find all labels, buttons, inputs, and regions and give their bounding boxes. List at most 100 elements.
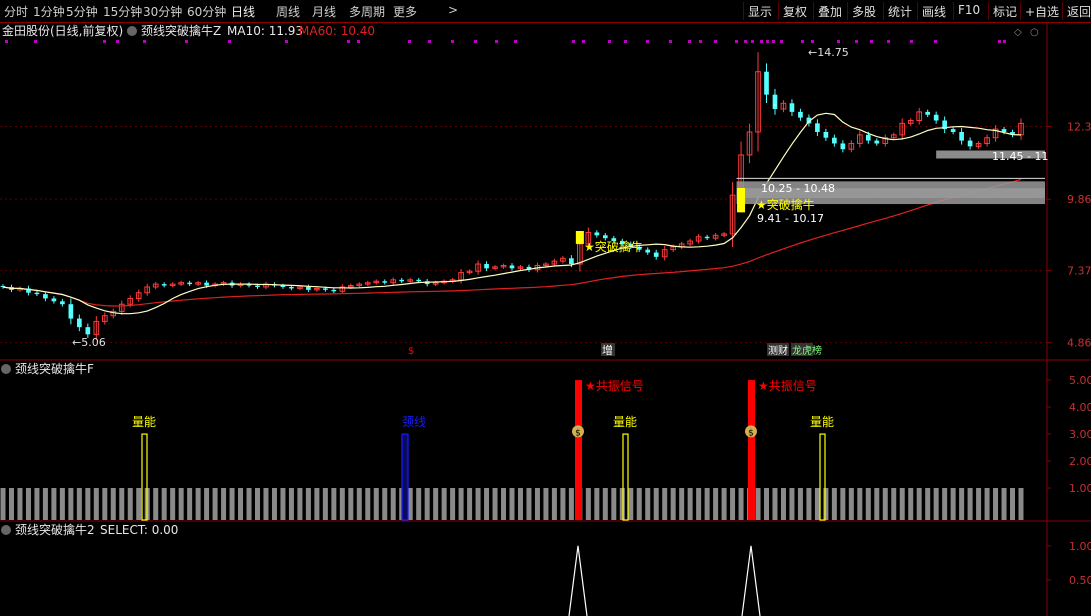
event-mark-lhb: 龙虎榜	[792, 344, 822, 357]
signal-dot	[357, 40, 360, 43]
baseline-bar	[271, 488, 277, 520]
signal-dot	[646, 40, 649, 43]
toolbar-button-2[interactable]: 叠加	[818, 3, 842, 20]
candle-down	[382, 281, 388, 283]
candle-down	[509, 265, 515, 269]
toolbar-button-7[interactable]: 标记	[993, 3, 1017, 20]
candle-down	[85, 327, 91, 335]
baseline-bar	[51, 488, 57, 520]
signal-dot	[103, 40, 106, 43]
baseline-bar	[908, 488, 914, 520]
candle-down	[840, 143, 846, 150]
period-toolbar: 分时 1分钟 5分钟 15分钟 30分钟 60分钟 日线 周线 月线 多周期 更多 > 显示 复权 叠加 多股…	[0, 0, 1091, 23]
candle-down	[832, 137, 837, 144]
select-label: SELECT: 0.00	[100, 523, 178, 537]
panel2-tick-label: 2.00	[1069, 455, 1091, 468]
period-tab-6[interactable]: 日线	[231, 3, 255, 20]
baseline-bar	[950, 488, 956, 520]
period-tab-7[interactable]: 周线	[276, 3, 300, 20]
signal-dot	[185, 40, 188, 43]
toolbar-button-3[interactable]: 多股	[852, 3, 876, 20]
baseline-bar	[246, 488, 252, 520]
baseline-bar	[517, 488, 523, 520]
baseline-bar	[127, 488, 133, 520]
period-tab-8[interactable]: 月线	[312, 3, 336, 20]
baseline-bar	[916, 488, 922, 520]
event-mark-finance: 测财	[768, 344, 788, 357]
candle-down	[569, 258, 574, 265]
ma60-label: MA60: 10.40	[299, 24, 375, 38]
toolbar-separator	[883, 2, 884, 20]
baseline-bar	[85, 488, 91, 520]
signal-candle	[737, 187, 746, 213]
more-arrow-icon[interactable]: >	[448, 3, 458, 17]
signal-dot	[744, 40, 747, 43]
candle-down	[204, 282, 209, 286]
price-tick-label: 4.86	[1067, 337, 1091, 350]
toolbar-button-6[interactable]: F10	[958, 3, 980, 17]
toolbar-button-9[interactable]: 返回	[1067, 3, 1091, 20]
baseline-bar	[382, 488, 388, 520]
baseline-bar	[543, 488, 549, 520]
toolbar-separator	[847, 2, 848, 20]
candle-down	[933, 114, 939, 121]
price-tick-label: 12.39	[1067, 121, 1091, 134]
signal-dot	[910, 40, 913, 43]
panel2-tick-label: 1.00	[1069, 482, 1091, 495]
period-tab-10[interactable]: 更多	[393, 3, 417, 20]
panel3-tick-label: 1.00	[1069, 540, 1091, 553]
baseline-bar	[424, 488, 430, 520]
baseline-bar	[484, 488, 490, 520]
baseline-bar	[59, 488, 65, 520]
breakout-signal-label: ★突破擒牛	[584, 239, 643, 254]
toolbar-button-1[interactable]: 复权	[783, 3, 807, 20]
period-tab-1[interactable]: 1分钟	[33, 3, 65, 20]
baseline-bar	[136, 488, 142, 520]
candle-down	[594, 232, 600, 236]
baseline-bar	[848, 488, 854, 520]
period-tab-2[interactable]: 5分钟	[66, 3, 98, 20]
baseline-bar	[619, 488, 625, 520]
volume-energy-label: 量能	[810, 415, 834, 429]
baseline-bar	[161, 488, 167, 520]
toolbar-button-4[interactable]: 统计	[888, 3, 912, 20]
resonance-bar	[748, 380, 755, 520]
candle-down	[704, 236, 710, 239]
price-tick-label: 9.86	[1067, 193, 1091, 206]
baseline-bar	[212, 488, 218, 520]
toolbar-button-8[interactable]: +自选	[1025, 3, 1059, 20]
diamond-icon: ◇	[1014, 27, 1022, 38]
baseline-bar	[34, 488, 40, 520]
baseline-bar	[305, 488, 311, 520]
period-tab-5[interactable]: 60分钟	[187, 3, 226, 20]
baseline-bar	[119, 488, 125, 520]
signal-dot	[760, 40, 763, 43]
signal-dot	[495, 40, 498, 43]
signal-dot	[714, 40, 717, 43]
candle-down	[874, 140, 880, 144]
toolbar-separator	[1020, 2, 1021, 20]
signal-dot	[116, 40, 119, 43]
signal-dot	[688, 40, 691, 43]
toolbar-button-5[interactable]: 画线	[922, 3, 946, 20]
baseline-bar	[331, 488, 337, 520]
baseline-bar	[628, 488, 634, 520]
candle-down	[331, 289, 337, 292]
period-tab-3[interactable]: 15分钟	[103, 3, 142, 20]
signal-dot	[228, 40, 231, 43]
candle-down	[416, 279, 422, 282]
select-spike	[741, 545, 761, 616]
baseline-bar	[475, 488, 481, 520]
indicator-toggle-icon	[1, 364, 11, 374]
period-tab-0[interactable]: 分时	[4, 3, 28, 20]
period-tab-9[interactable]: 多周期	[349, 3, 385, 20]
baseline-bar	[645, 488, 651, 520]
baseline-bar	[984, 488, 990, 520]
baseline-bar	[840, 488, 846, 520]
baseline-bar	[551, 488, 557, 520]
signal-dot	[887, 40, 890, 43]
neckline-label: 颈线	[402, 415, 426, 429]
toolbar-button-0[interactable]: 显示	[748, 3, 772, 20]
period-tab-4[interactable]: 30分钟	[143, 3, 182, 20]
signal-dot	[998, 40, 1001, 43]
